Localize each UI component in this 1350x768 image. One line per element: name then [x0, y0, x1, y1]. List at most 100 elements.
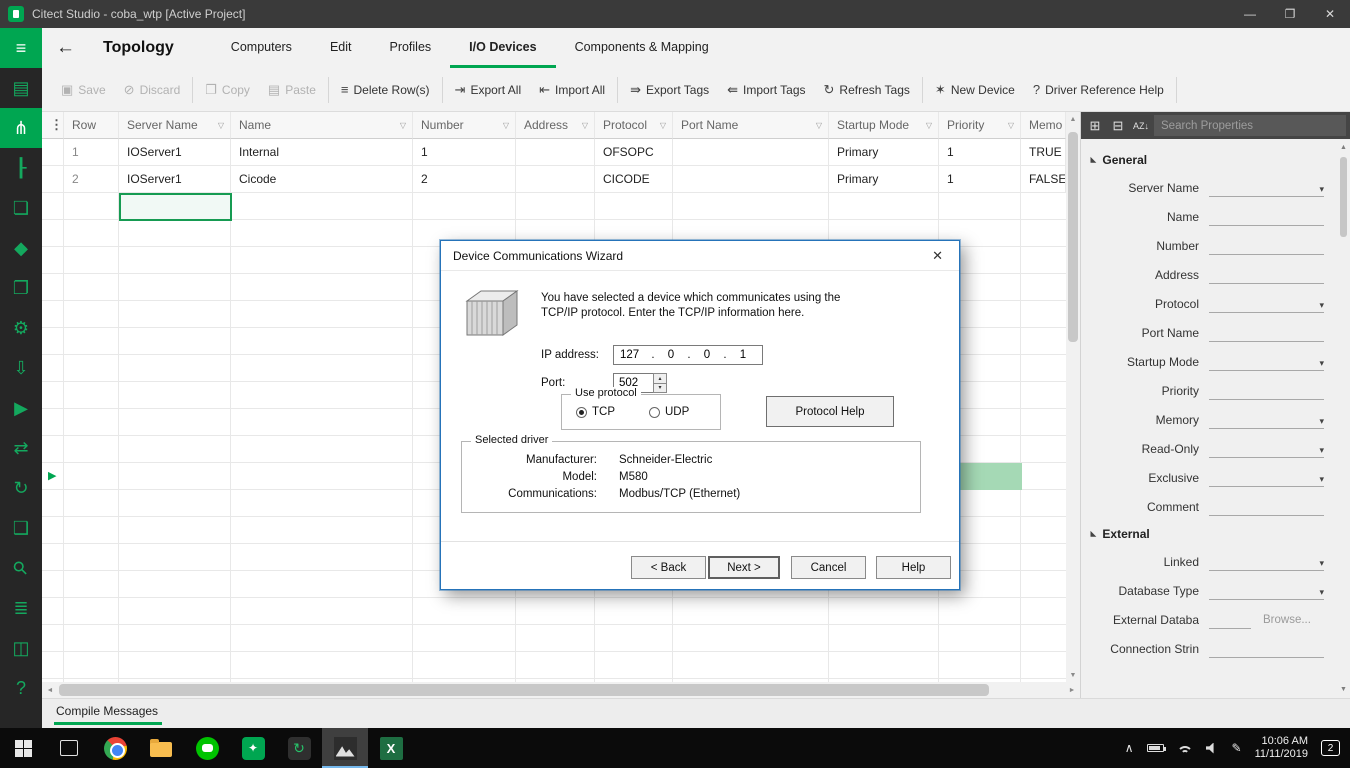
search-properties-input[interactable] [1154, 115, 1346, 136]
row-handle[interactable] [42, 166, 64, 193]
column-header-memo[interactable]: Memo [1021, 112, 1066, 139]
paste-button[interactable]: ▤ Paste [259, 76, 325, 104]
cell-address[interactable] [516, 166, 595, 193]
cell-name[interactable]: Internal [231, 139, 413, 166]
sidebar-item-help[interactable]: ? [0, 668, 42, 708]
filter-icon[interactable]: ▽ [660, 121, 666, 130]
sidebar-item-restore[interactable]: ↻ [0, 468, 42, 508]
citect-taskbar-button[interactable]: ✦ [230, 728, 276, 768]
protocol-help-button[interactable]: Protocol Help [766, 396, 894, 427]
filter-icon[interactable]: ▽ [582, 121, 588, 130]
copy-button[interactable]: ❐ Copy [196, 76, 259, 104]
sidebar-item-reports[interactable]: ❑ [0, 508, 42, 548]
collapse-view-icon[interactable]: ⊟ [1108, 116, 1128, 136]
cell-port-name[interactable] [673, 166, 829, 193]
sidebar-item-security[interactable]: ◆ [0, 228, 42, 268]
cell-number[interactable]: 2 [413, 166, 516, 193]
sidebar-item-panels[interactable]: ◫ [0, 628, 42, 668]
tab-components-mapping[interactable]: Components & Mapping [556, 28, 728, 68]
cell-row[interactable]: 2 [64, 166, 119, 193]
wifi-icon[interactable] [1176, 743, 1193, 754]
scroll-down-icon[interactable]: ▼ [1066, 668, 1080, 682]
cell-startup-mode[interactable]: Primary [829, 139, 939, 166]
import-all-button[interactable]: ⇤ Import All [530, 76, 614, 104]
chevron-down-icon[interactable]: ▾ [1319, 358, 1324, 369]
column-header-name[interactable]: Name ▽ [231, 112, 413, 139]
column-header-server-name[interactable]: Server Name ▽ [119, 112, 231, 139]
server-name-input[interactable]: ▾ [1209, 178, 1324, 197]
tcp-radio[interactable]: TCP [576, 406, 615, 418]
filter-icon[interactable]: ▽ [1008, 121, 1014, 130]
column-header-number[interactable]: Number ▽ [413, 112, 516, 139]
column-header-protocol[interactable]: Protocol ▽ [595, 112, 673, 139]
properties-scrollbar[interactable]: ▲ ▼ [1337, 139, 1350, 698]
udp-radio[interactable]: UDP [649, 406, 689, 418]
start-button[interactable] [0, 728, 46, 768]
pen-icon[interactable]: ✎ [1232, 741, 1242, 755]
scrollbar-thumb[interactable] [1068, 132, 1078, 342]
dialog-close-button[interactable]: ✕ [928, 246, 947, 266]
selected-cell[interactable] [119, 193, 232, 221]
hamburger-menu-button[interactable]: ≡ [0, 28, 42, 68]
task-view-button[interactable] [46, 728, 92, 768]
messaging-app-taskbar-button[interactable] [184, 728, 230, 768]
delete-rows-button[interactable]: ≡ Delete Row(s) [332, 76, 439, 104]
cell-protocol[interactable]: OFSOPC [595, 139, 673, 166]
connection-string-input[interactable] [1209, 639, 1324, 658]
spin-up-icon[interactable]: ▴ [653, 373, 667, 384]
database-type-input[interactable]: ▾ [1209, 581, 1324, 600]
sidebar-item-setup[interactable]: ┠ [0, 148, 42, 188]
name-input[interactable] [1209, 207, 1324, 226]
column-header-priority[interactable]: Priority ▽ [939, 112, 1021, 139]
sidebar-item-visualization[interactable]: ❏ [0, 188, 42, 228]
sidebar-item-topology[interactable]: ⋔ [0, 108, 42, 148]
section-external[interactable]: ◢ External [1081, 521, 1350, 547]
tab-edit[interactable]: Edit [311, 28, 371, 68]
header-handle[interactable]: ⋮ [42, 112, 64, 139]
tab-io-devices[interactable]: I/O Devices [450, 28, 556, 68]
sidebar-item-tasks[interactable]: ≣ [0, 588, 42, 628]
excel-taskbar-button[interactable]: X [368, 728, 414, 768]
cancel-button[interactable]: Cancel [791, 556, 866, 579]
read-only-input[interactable]: ▾ [1209, 439, 1324, 458]
scroll-right-icon[interactable]: ► [1064, 682, 1080, 698]
browse-button[interactable]: Browse... [1263, 614, 1311, 626]
clock[interactable]: 10:06 AM 11/11/2019 [1255, 735, 1308, 761]
scroll-left-icon[interactable]: ◄ [42, 682, 58, 698]
tab-profiles[interactable]: Profiles [370, 28, 450, 68]
column-header-startup-mode[interactable]: Startup Mode ▽ [829, 112, 939, 139]
minimize-button[interactable]: — [1230, 0, 1270, 28]
back-button[interactable]: ← [56, 37, 75, 59]
scroll-up-icon[interactable]: ▲ [1337, 141, 1350, 154]
chevron-down-icon[interactable]: ▾ [1319, 445, 1324, 456]
cell-server-name[interactable]: IOServer1 [119, 139, 231, 166]
compile-messages-tab[interactable]: Compile Messages [54, 704, 163, 725]
cell-address[interactable] [516, 139, 595, 166]
close-button[interactable]: ✕ [1310, 0, 1350, 28]
save-button[interactable]: ▣ Save [52, 76, 115, 104]
chevron-down-icon[interactable]: ▾ [1319, 184, 1324, 195]
scrollbar-thumb[interactable] [59, 684, 989, 696]
table-vertical-scrollbar[interactable]: ▲ ▼ [1066, 112, 1080, 682]
cell-priority[interactable]: 1 [939, 139, 1021, 166]
cell-memo[interactable]: FALSE [1021, 166, 1066, 193]
chevron-down-icon[interactable]: ▾ [1319, 558, 1324, 569]
ip-address-input[interactable]: 127. 0. 0. 1 [613, 345, 763, 365]
citect-deploy-taskbar-button[interactable]: ↻ [276, 728, 322, 768]
row-handle[interactable] [42, 139, 64, 166]
file-explorer-taskbar-button[interactable] [138, 728, 184, 768]
cell-row[interactable]: 1 [64, 139, 119, 166]
chrome-taskbar-button[interactable] [92, 728, 138, 768]
filter-icon[interactable]: ▽ [400, 121, 406, 130]
sidebar-item-projects[interactable]: ▤ [0, 68, 42, 108]
column-header-address[interactable]: Address ▽ [516, 112, 595, 139]
driver-reference-help-button[interactable]: ? Driver Reference Help [1024, 76, 1173, 104]
filter-icon[interactable]: ▽ [218, 121, 224, 130]
import-tags-button[interactable]: ⇚ Import Tags [718, 76, 814, 104]
chevron-down-icon[interactable]: ▾ [1319, 587, 1324, 598]
column-header-row[interactable]: Row [64, 112, 119, 139]
restore-button[interactable]: ❐ [1270, 0, 1310, 28]
tab-computers[interactable]: Computers [212, 28, 311, 68]
cell-server-name[interactable]: IOServer1 [119, 166, 231, 193]
cell-startup-mode[interactable]: Primary [829, 166, 939, 193]
